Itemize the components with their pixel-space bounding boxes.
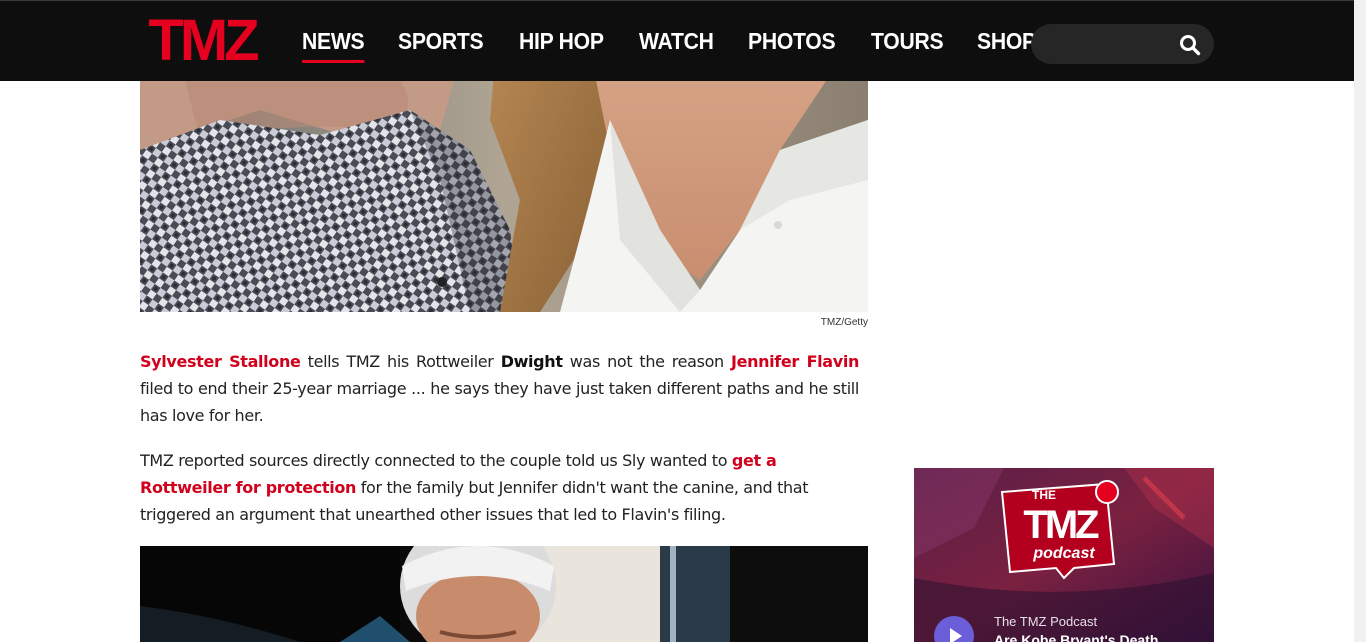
bold-name: Dwight xyxy=(500,352,563,371)
podcast-logo: THE TMZ podcast xyxy=(1000,480,1119,580)
nav-item-photos[interactable]: PHOTOS xyxy=(748,28,836,55)
podcast-show-name: The TMZ Podcast xyxy=(994,614,1098,629)
person-link-jennifer-flavin[interactable]: Jennifer Flavin xyxy=(731,352,859,371)
podcast-logo-podcast: podcast xyxy=(1032,545,1095,562)
search-bar xyxy=(1031,24,1214,64)
nav-item-watch[interactable]: WATCH xyxy=(639,28,714,55)
search-input[interactable] xyxy=(1047,32,1171,58)
article-paragraph: Sylvester Stallone tells TMZ his Rottwei… xyxy=(140,348,859,429)
site-header: TMZ NEWS SPORTS HIP HOP WATCH PHOTOS TOU… xyxy=(0,0,1354,81)
paragraph-text: tells TMZ his Rottweiler xyxy=(300,352,501,371)
podcast-widget[interactable]: THE TMZ podcast The TMZ Podcast Are Kobe… xyxy=(914,468,1214,642)
nav-item-sports[interactable]: SPORTS xyxy=(398,28,484,55)
tmz-logo[interactable]: TMZ xyxy=(140,14,264,66)
search-icon[interactable] xyxy=(1178,33,1202,57)
article-photo-second xyxy=(140,546,868,642)
nav-item-shop[interactable]: SHOP xyxy=(977,28,1036,55)
article-paragraph: TMZ reported sources directly connected … xyxy=(140,447,830,528)
podcast-episode-title[interactable]: Are Kobe Bryant's Death xyxy=(994,632,1158,642)
paragraph-text: was not the reason xyxy=(562,352,731,371)
podcast-logo-the: THE xyxy=(1032,488,1056,502)
page-scrollbar[interactable] xyxy=(1354,0,1366,642)
nav-item-hip-hop[interactable]: HIP HOP xyxy=(519,28,604,55)
nav-item-tours[interactable]: TOURS xyxy=(871,28,944,55)
main-nav: NEWS SPORTS HIP HOP WATCH PHOTOS TOURS S… xyxy=(302,1,1037,82)
photo-credit: TMZ/Getty xyxy=(820,317,868,328)
nav-item-news[interactable]: NEWS xyxy=(302,28,365,63)
paragraph-text: filed to end their 25-year marriage ... … xyxy=(140,379,859,425)
podcast-logo-tmz: TMZ xyxy=(1023,503,1099,547)
logo-wordmark: TMZ xyxy=(148,14,258,66)
person-link-sylvester-stallone[interactable]: Sylvester Stallone xyxy=(140,352,301,371)
paragraph-text: TMZ reported sources directly connected … xyxy=(140,451,732,470)
